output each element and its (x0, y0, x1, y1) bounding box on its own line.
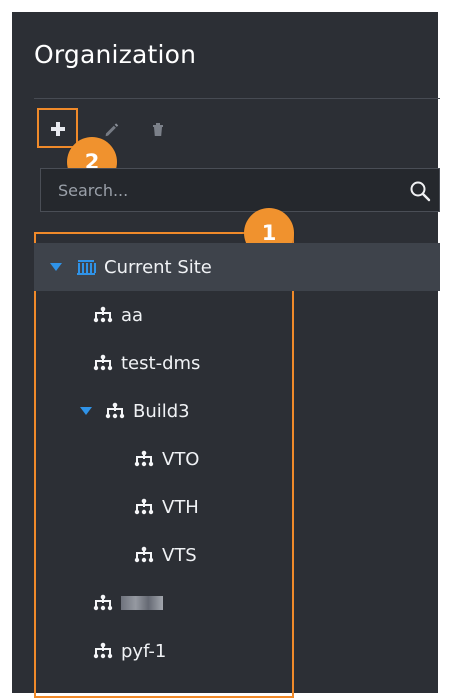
org-unit-icon (134, 498, 154, 515)
title-divider (34, 98, 440, 99)
tree-item-label: test-dms (121, 352, 201, 374)
pencil-icon (105, 122, 118, 136)
tree-item-vto[interactable]: VTO (34, 435, 440, 483)
tree-item-test-dms[interactable]: test-dms (34, 339, 440, 387)
tree-item-label: VTH (162, 496, 199, 518)
org-unit-icon (93, 306, 113, 323)
tree-item-build3[interactable]: Build3 (34, 387, 440, 435)
org-unit-icon (105, 402, 125, 419)
search-field[interactable]: Search... (40, 168, 440, 212)
add-button[interactable] (45, 116, 70, 141)
tree-item-label: VTS (162, 544, 197, 566)
tree-item-vts[interactable]: VTS (34, 531, 440, 579)
edit-button[interactable] (98, 116, 123, 141)
tree-item-vth[interactable]: VTH (34, 483, 440, 531)
plus-icon (50, 121, 65, 136)
expand-caret-current-site[interactable] (47, 263, 65, 271)
org-unit-icon (134, 546, 154, 563)
org-unit-icon (93, 354, 113, 371)
page-title: Organization (34, 40, 197, 69)
tree-item-aa[interactable]: aa (34, 291, 440, 339)
organization-panel: Organization 2 Search... 1 Current Site … (12, 12, 440, 698)
tree-item-label: Current Site (104, 256, 212, 278)
org-unit-icon (93, 594, 113, 611)
org-unit-icon (134, 450, 154, 467)
tree-item-label: aa (121, 304, 144, 326)
redacted-label (121, 596, 163, 610)
org-unit-icon (93, 642, 113, 659)
tree-item-pyf-1[interactable]: pyf-1 (34, 627, 440, 675)
tree-item-label: VTO (162, 448, 200, 470)
search-input[interactable]: Search... (58, 169, 128, 213)
tree-item-label: pyf-1 (121, 640, 167, 662)
delete-button[interactable] (145, 116, 170, 141)
search-icon[interactable] (409, 180, 431, 202)
site-icon (77, 260, 96, 275)
tree-item-hidden[interactable] (34, 579, 440, 627)
tree-item-current-site[interactable]: Current Site (34, 243, 440, 291)
trash-icon (152, 122, 163, 136)
expand-caret-build3[interactable] (77, 407, 95, 415)
tree-item-label: Build3 (133, 400, 190, 422)
